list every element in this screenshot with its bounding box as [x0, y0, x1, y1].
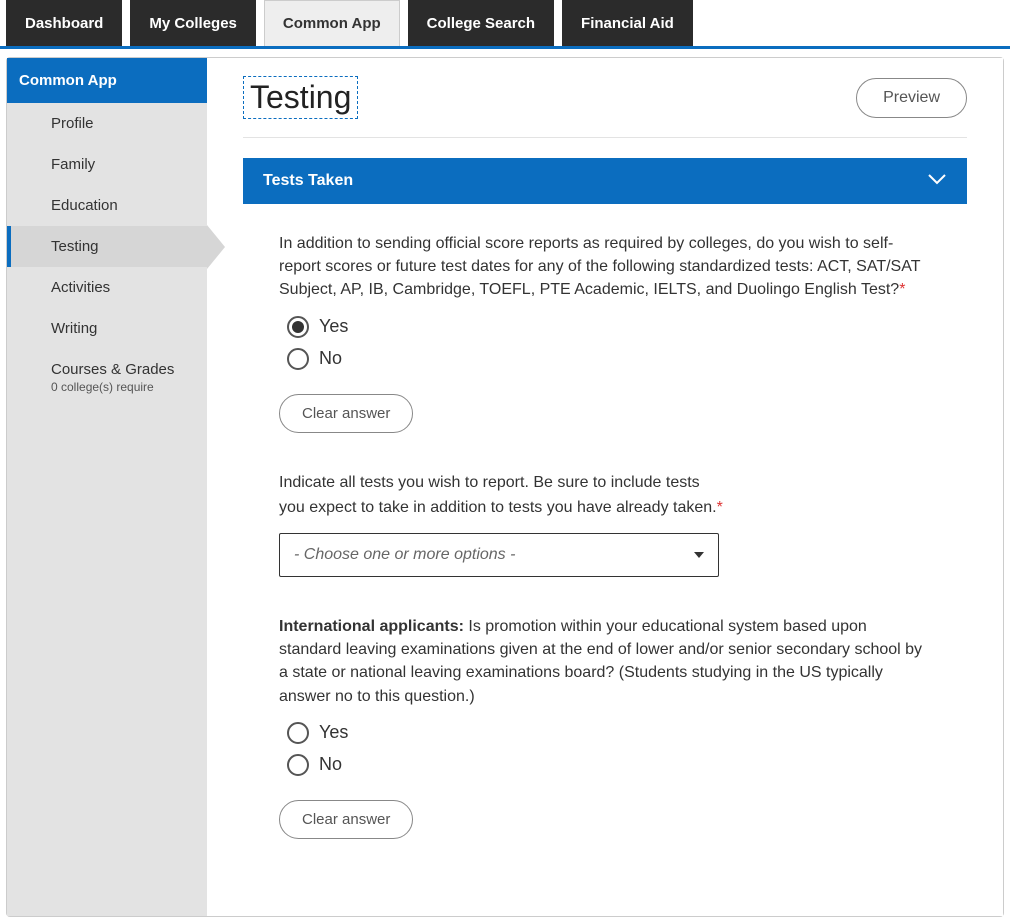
clear-answer-button[interactable]: Clear answer — [279, 800, 413, 839]
chevron-down-icon — [927, 172, 947, 190]
sidebar-item-label: Courses & Grades — [51, 361, 174, 378]
question-bold-prefix: International applicants: — [279, 618, 464, 635]
question-text-line2: you expect to take in addition to tests … — [279, 496, 931, 519]
question-text: In addition to sending official score re… — [279, 232, 931, 302]
sidebar-item-courses-grades[interactable]: Courses & Grades 0 college(s) require — [7, 349, 207, 406]
radio-option-yes[interactable]: Yes — [279, 722, 931, 744]
sidebar-item-label: Writing — [51, 320, 97, 337]
sidebar: Common App Profile Family Education Test… — [7, 58, 207, 916]
tab-financial-aid[interactable]: Financial Aid — [562, 0, 693, 46]
section-title: Tests Taken — [263, 172, 353, 190]
question-international: International applicants: Is promotion w… — [243, 587, 967, 849]
tab-college-search[interactable]: College Search — [408, 0, 554, 46]
required-marker: * — [717, 499, 723, 516]
tests-multiselect[interactable]: - Choose one or more options - — [279, 533, 719, 577]
radio-option-no[interactable]: No — [279, 348, 931, 370]
clear-answer-button[interactable]: Clear answer — [279, 394, 413, 433]
radio-label: No — [319, 348, 342, 369]
radio-icon — [287, 754, 309, 776]
sidebar-item-profile[interactable]: Profile — [7, 103, 207, 144]
preview-button[interactable]: Preview — [856, 78, 967, 118]
sidebar-item-label: Activities — [51, 279, 110, 296]
question-text: International applicants: Is promotion w… — [279, 615, 931, 708]
radio-label: Yes — [319, 316, 348, 337]
sidebar-item-sublabel: 0 college(s) require — [51, 380, 191, 394]
main-top: Testing Preview — [243, 76, 967, 138]
sidebar-header: Common App — [7, 58, 207, 103]
sidebar-item-writing[interactable]: Writing — [7, 308, 207, 349]
page-wrap: Common App Profile Family Education Test… — [6, 57, 1004, 917]
sidebar-item-activities[interactable]: Activities — [7, 267, 207, 308]
sidebar-item-family[interactable]: Family — [7, 144, 207, 185]
question-tests-to-report: Indicate all tests you wish to report. B… — [243, 443, 967, 587]
tab-my-colleges[interactable]: My Colleges — [130, 0, 256, 46]
caret-down-icon — [694, 552, 704, 558]
radio-option-yes[interactable]: Yes — [279, 316, 931, 338]
tab-dashboard[interactable]: Dashboard — [6, 0, 122, 46]
sidebar-item-label: Family — [51, 156, 95, 173]
section-header-tests-taken[interactable]: Tests Taken — [243, 158, 967, 204]
radio-icon — [287, 348, 309, 370]
sidebar-item-label: Profile — [51, 115, 94, 132]
radio-label: No — [319, 754, 342, 775]
radio-icon — [287, 722, 309, 744]
sidebar-item-testing[interactable]: Testing — [7, 226, 207, 267]
sidebar-item-label: Education — [51, 197, 118, 214]
tab-common-app[interactable]: Common App — [264, 0, 400, 46]
radio-option-no[interactable]: No — [279, 754, 931, 776]
radio-icon — [287, 316, 309, 338]
required-marker: * — [899, 281, 905, 298]
question-text-line1: Indicate all tests you wish to report. B… — [279, 471, 931, 494]
radio-label: Yes — [319, 722, 348, 743]
sidebar-item-education[interactable]: Education — [7, 185, 207, 226]
question-self-report: In addition to sending official score re… — [243, 204, 967, 443]
top-tabs: Dashboard My Colleges Common App College… — [0, 0, 1010, 49]
sidebar-item-label: Testing — [51, 238, 99, 255]
main-content: Testing Preview Tests Taken In addition … — [207, 58, 1003, 916]
select-placeholder: - Choose one or more options - — [294, 546, 515, 564]
page-title: Testing — [243, 76, 358, 119]
